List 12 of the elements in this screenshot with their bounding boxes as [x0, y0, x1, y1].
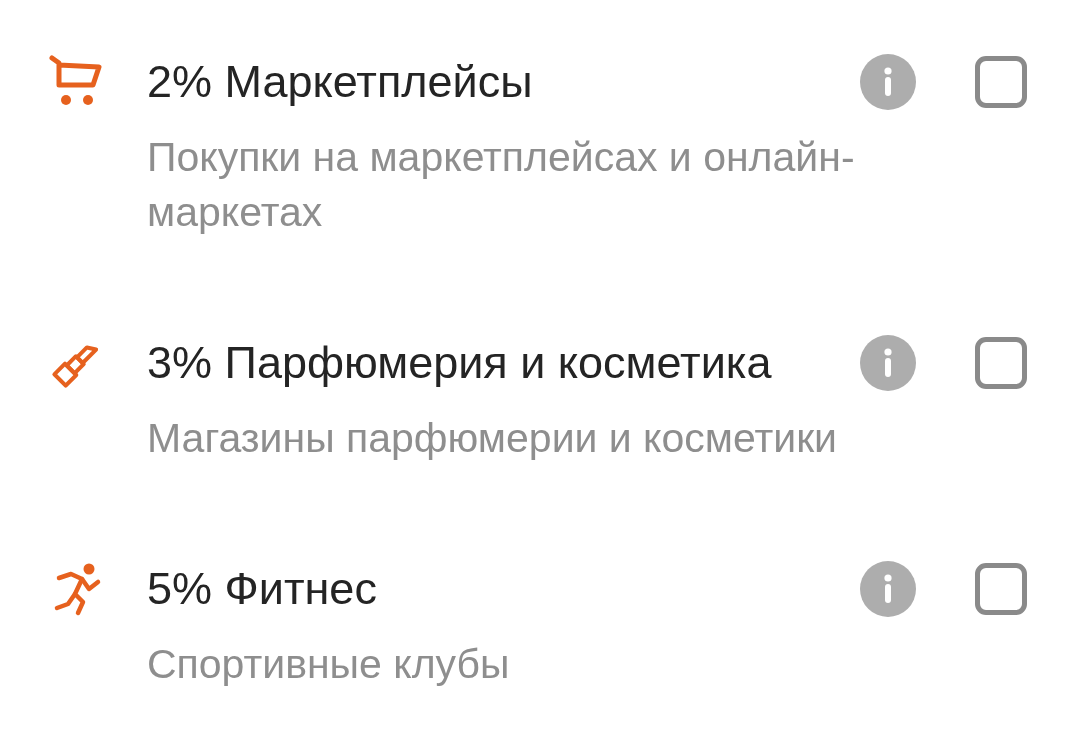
- checkbox[interactable]: [975, 56, 1027, 108]
- checkbox[interactable]: [975, 563, 1027, 615]
- info-icon[interactable]: [860, 561, 916, 617]
- category-title: 5% Фитнес: [147, 564, 378, 614]
- category-title: 2% Маркетплейсы: [147, 57, 534, 107]
- category-description: Спортивные клубы: [147, 640, 511, 689]
- category-description: Магазины парфюмерии и косметики: [147, 414, 838, 463]
- info-icon[interactable]: [860, 54, 916, 110]
- info-icon[interactable]: [860, 335, 916, 391]
- category-title: 3% Парфюмерия и косметика: [147, 338, 773, 388]
- checkbox[interactable]: [975, 337, 1027, 389]
- category-description: Покупки на маркетплейсах и онлайн-маркетах: [147, 133, 856, 237]
